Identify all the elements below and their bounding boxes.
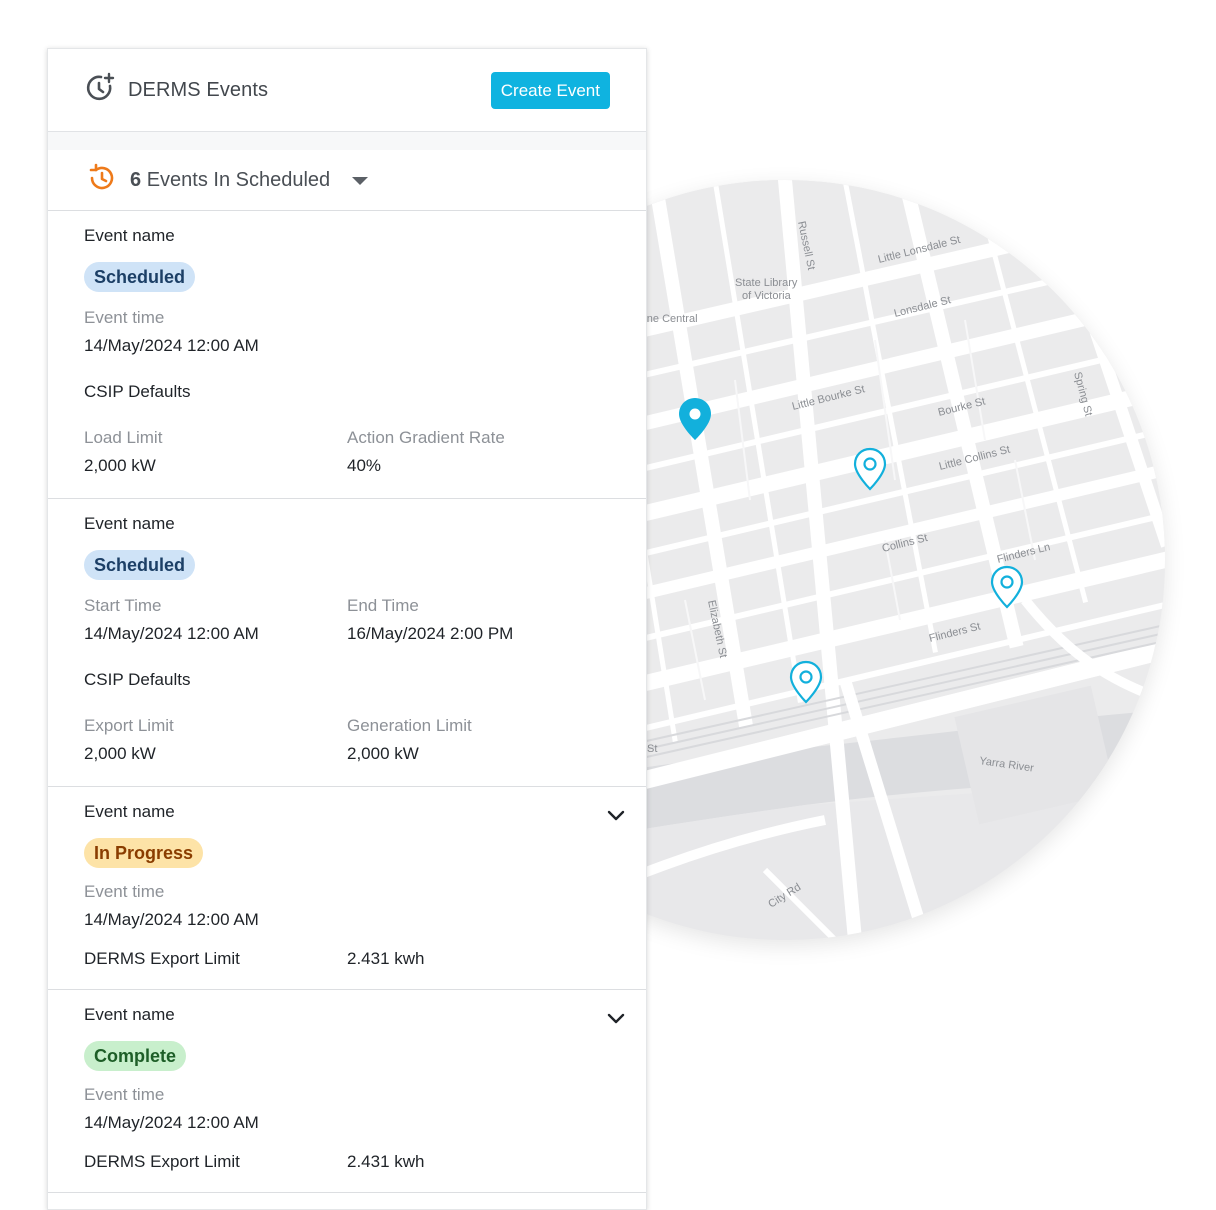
filter-label: 6 Events In Scheduled [130,169,330,192]
caret-down-icon[interactable] [352,177,369,185]
action-gradient-rate-value: 40% [347,456,382,475]
end-time-label: End Time [347,596,419,615]
metric-label: DERMS Export Limit [84,1152,240,1171]
metric-row: DERMS Export Limit 2.431 kwh [84,948,610,970]
generation-limit-value: 2,000 kW [347,744,419,763]
panel-header: DERMS Events Create Event [48,49,646,132]
metric-row: DERMS Export Limit 2.431 kwh [84,1151,610,1173]
label-state-library-2: of Victoria [742,290,792,302]
metric-label: DERMS Export Limit [84,949,240,968]
export-limit-label: Export Limit [84,716,174,735]
event-name: Event name [84,802,175,821]
event-card[interactable]: Event name Complete Event time 14/May/20… [48,990,646,1193]
event-time-label: Event time [84,1085,165,1104]
status-filter-dropdown[interactable]: 6 Events In Scheduled [48,150,646,211]
status-badge: Complete [84,1041,187,1071]
clock-plus-icon [84,71,118,110]
start-time-value: 14/May/2024 12:00 AM [84,624,259,643]
action-gradient-rate-label: Action Gradient Rate [347,428,505,447]
generation-limit-label: Generation Limit [347,716,472,735]
filter-status-text: Events In Scheduled [146,168,331,191]
page-title: DERMS Events [128,78,269,101]
status-badge: Scheduled [84,262,196,292]
event-time-value: 14/May/2024 12:00 AM [84,336,259,355]
event-card[interactable]: Event name Scheduled Start Time 14/May/2… [48,499,646,787]
metric-value: 2.431 kwh [347,949,425,968]
event-card[interactable]: Event name In Progress Event time 14/May… [48,787,646,990]
label-st-fragment: St [647,743,657,755]
create-event-button[interactable]: Create Event [490,71,610,109]
load-limit-label: Load Limit [84,428,163,447]
event-time-label: Event time [84,308,165,327]
field-row: Load Limit 2,000 kW Action Gradient Rate… [84,427,610,477]
export-limit-value: 2,000 kW [84,744,156,763]
event-name: Event name [84,226,175,245]
field-row: Export Limit 2,000 kW Generation Limit 2… [84,715,610,765]
event-count: 6 [130,168,142,191]
end-time-value: 16/May/2024 2:00 PM [347,624,514,643]
header-title-group: DERMS Events [84,71,268,110]
section-heading: CSIP Defaults [84,670,191,689]
section-heading: CSIP Defaults [84,382,191,401]
metric-value: 2.431 kwh [347,1152,425,1171]
event-card[interactable]: Event name Scheduled Event time 14/May/2… [48,211,646,499]
label-state-library: State Library [735,277,798,289]
event-time-label: Event time [84,882,165,901]
event-name: Event name [84,514,175,533]
start-time-label: Start Time [84,596,162,615]
status-badge: In Progress [84,838,204,868]
chevron-down-icon[interactable] [606,805,626,830]
time-row: Start Time 14/May/2024 12:00 AM End Time… [84,595,610,645]
derms-events-panel: DERMS Events Create Event 6 Events In Sc… [47,48,647,1210]
header-spacer [48,132,646,150]
clock-history-icon [86,162,118,199]
load-limit-value: 2,000 kW [84,456,156,475]
status-badge: Scheduled [84,550,196,580]
event-name: Event name [84,1005,175,1024]
event-time-value: 14/May/2024 12:00 AM [84,1113,259,1132]
chevron-down-icon[interactable] [606,1008,626,1033]
event-time-value: 14/May/2024 12:00 AM [84,910,259,929]
